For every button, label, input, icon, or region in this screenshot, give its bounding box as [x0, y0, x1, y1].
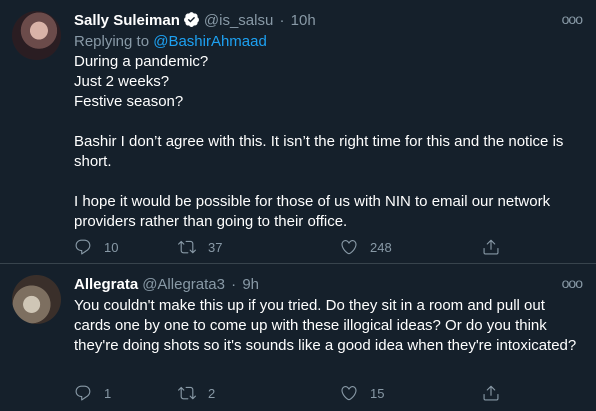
avatar[interactable]	[12, 11, 61, 60]
replying-to-label: Replying to	[74, 33, 150, 50]
reply-button[interactable]: 1	[74, 383, 111, 403]
tweet-text-line: Bashir I don’t agree with this. It isn’t…	[74, 133, 564, 170]
tweet-actions: 10 37 248	[74, 237, 514, 257]
tweet-content: Sally Suleiman @is_salsu · 10h ooo Replyi…	[74, 10, 583, 232]
tweet-text-line: Just 2 weeks?	[74, 73, 170, 90]
tweet-allegrata[interactable]: Allegrata @Allegrata3 · 9h ooo You couldn…	[0, 264, 596, 411]
avatar[interactable]	[12, 275, 61, 324]
tweet-text-line: Festive season?	[74, 93, 184, 110]
author-name[interactable]: Sally Suleiman	[74, 12, 180, 29]
author-handle[interactable]: @Allegrata3	[142, 276, 225, 293]
retweet-button[interactable]: 2	[178, 383, 215, 403]
tweet-actions: 1 2 15	[74, 383, 514, 403]
tweet-header: Sally Suleiman @is_salsu · 10h ooo	[74, 10, 583, 32]
retweet-count: 2	[208, 385, 216, 401]
retweet-count: 37	[208, 239, 223, 255]
like-icon	[340, 238, 358, 256]
share-button[interactable]	[482, 237, 500, 257]
reply-count: 10	[104, 239, 119, 255]
reply-icon	[74, 384, 92, 402]
timestamp[interactable]: 9h	[242, 276, 259, 293]
retweet-button[interactable]: 37	[178, 237, 222, 257]
tweet-text: You couldn't make this up if you tried. …	[74, 297, 577, 354]
tweet-text-line: During a pandemic?	[74, 53, 209, 70]
mention-link[interactable]: @BashirAhmaad	[153, 33, 267, 50]
author-name[interactable]: Allegrata	[74, 276, 138, 293]
reply-count: 1	[104, 385, 112, 401]
more-icon[interactable]: ooo	[562, 10, 583, 28]
separator-dot: ·	[231, 276, 237, 293]
like-button[interactable]: 15	[340, 383, 384, 403]
like-icon	[340, 384, 358, 402]
separator-dot: ·	[279, 12, 285, 29]
like-count: 15	[370, 385, 385, 401]
like-count: 248	[370, 239, 392, 255]
tweet-content: Allegrata @Allegrata3 · 9h ooo You couldn…	[74, 274, 583, 356]
more-icon[interactable]: ooo	[562, 274, 583, 292]
timestamp[interactable]: 10h	[291, 12, 316, 29]
tweet-sally-suleiman[interactable]: Sally Suleiman @is_salsu · 10h ooo Replyi…	[0, 0, 596, 263]
tweet-text-line: I hope it would be possible for those of…	[74, 193, 551, 230]
share-icon	[482, 384, 500, 402]
tweet-header: Allegrata @Allegrata3 · 9h ooo	[74, 274, 583, 296]
reply-icon	[74, 238, 92, 256]
retweet-icon	[178, 384, 196, 402]
retweet-icon	[178, 238, 196, 256]
replying-to: Replying to @BashirAhmaad	[74, 32, 582, 52]
share-icon	[482, 238, 500, 256]
share-button[interactable]	[482, 383, 500, 403]
reply-button[interactable]: 10	[74, 237, 118, 257]
like-button[interactable]: 248	[340, 237, 392, 257]
author-handle[interactable]: @is_salsu	[204, 12, 273, 29]
